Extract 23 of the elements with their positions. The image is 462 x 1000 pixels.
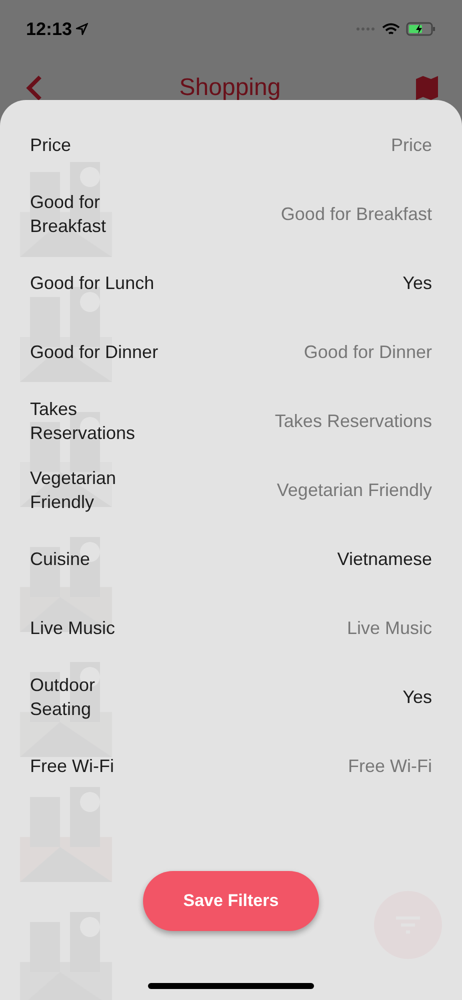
filter-value[interactable]: Good for Breakfast [280,202,432,226]
filter-label: Good for Lunch [30,272,154,294]
filter-value[interactable]: Takes Reservations [274,408,432,432]
screen-title: Shopping [179,73,281,103]
filter-value[interactable]: Vegetarian Friendly [276,478,432,502]
filter-label: Vegetarian Friendly [30,466,118,514]
filter-value[interactable]: Yes [402,684,432,708]
filter-label: Outdoor Seating [30,674,96,720]
filter-label: Live Music [30,616,116,640]
filter-value[interactable]: Yes [402,270,432,294]
filter-value[interactable]: Good for Dinner [304,340,432,364]
filter-label: Free Wi-Fi [30,754,114,778]
filter-value[interactable]: Vietnamese [337,546,432,570]
save-filters-button[interactable]: Save Filters [143,871,319,931]
status-time: 12:13 [26,18,72,40]
filter-label: Good for Dinner [30,340,158,364]
filter-label: Price [30,134,72,156]
filter-value[interactable]: Free Wi-Fi [348,754,432,778]
filter-label: Good for Breakfast [30,190,108,238]
filter-label: Takes Reservations [30,398,136,444]
filter-value[interactable]: Price [390,132,432,156]
filter-value[interactable]: Live Music [346,616,432,640]
filter-label: Cuisine [30,548,90,570]
